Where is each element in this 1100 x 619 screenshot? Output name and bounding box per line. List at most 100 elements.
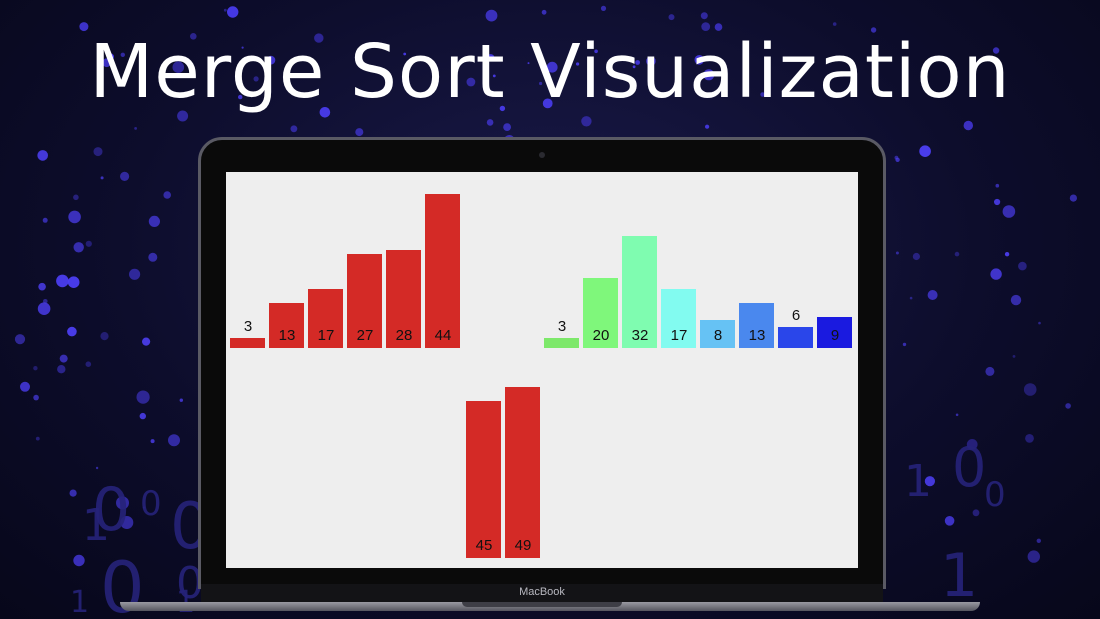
bg-dot <box>37 302 51 316</box>
bg-dot <box>1025 434 1034 443</box>
bg-dot <box>995 183 1000 188</box>
bar-lower-merging-group-1 <box>505 386 540 558</box>
bg-dot <box>1069 194 1077 202</box>
bg-dot <box>139 412 146 420</box>
bar-label-lower-merging-group-0: 45 <box>475 537 493 554</box>
bg-dot <box>134 126 138 130</box>
bg-dot <box>1023 383 1037 396</box>
bg-dot <box>990 268 1002 280</box>
bg-dot <box>129 268 141 280</box>
bg-binary-digit: 0 <box>140 484 162 524</box>
bar-left-merged-group-0 <box>230 337 265 348</box>
bg-dot <box>14 334 26 345</box>
bg-dot <box>120 171 130 181</box>
bg-dot <box>67 276 80 289</box>
bg-binary-digit: 0 <box>984 475 1006 515</box>
bg-dot <box>927 290 938 300</box>
bg-binary-digit: 1 <box>70 585 89 619</box>
bg-dot <box>73 554 85 567</box>
bg-dot <box>705 124 710 129</box>
bar-label-left-merged-group-1: 13 <box>278 327 296 344</box>
page-title: Merge Sort Visualization <box>89 29 1011 115</box>
bar-label-left-merged-group-4: 28 <box>395 327 413 344</box>
bg-dot <box>168 434 180 447</box>
bar-label-right-unsorted-group-2: 32 <box>631 327 649 344</box>
bg-dot <box>68 210 81 224</box>
bg-dot <box>73 194 79 201</box>
bg-dot <box>38 282 46 291</box>
bg-dot <box>1004 252 1010 257</box>
laptop-notch <box>462 602 622 607</box>
bar-label-left-merged-group-0: 3 <box>243 317 253 335</box>
bg-dot <box>56 274 69 288</box>
camera-icon <box>539 152 545 158</box>
bg-dot <box>895 251 899 255</box>
bg-binary-digit: 1 <box>904 456 932 507</box>
bg-dot <box>33 394 39 401</box>
bg-dot <box>42 217 48 223</box>
bg-binary-digit: 0 <box>952 436 986 499</box>
bg-dot <box>148 215 160 227</box>
bar-label-left-merged-group-5: 44 <box>434 327 452 344</box>
bg-dot <box>1065 403 1071 409</box>
bg-dot <box>67 326 77 337</box>
bg-dot <box>73 242 84 253</box>
bg-dot <box>100 332 109 341</box>
bg-dot <box>93 147 103 157</box>
bg-dot <box>57 365 66 374</box>
bg-dot <box>1002 205 1016 218</box>
bg-dot <box>179 398 183 402</box>
bg-dot <box>994 198 1001 206</box>
bg-dot <box>503 123 511 131</box>
bg-dot <box>37 150 48 161</box>
bg-dot <box>148 252 158 262</box>
bar-label-right-unsorted-group-0: 3 <box>557 317 567 335</box>
stage: 100010011001 Merge Sort Visualization 31… <box>0 0 1100 619</box>
bg-dot <box>909 296 913 300</box>
bg-dot <box>912 252 921 261</box>
bg-dot <box>485 9 498 22</box>
bg-dot <box>95 466 99 470</box>
bg-dot <box>919 145 931 157</box>
bar-right-unsorted-group-6 <box>778 327 813 348</box>
bg-dot <box>35 436 40 441</box>
bar-label-left-merged-group-2: 17 <box>317 327 335 344</box>
bg-dot <box>69 489 77 497</box>
bar-label-right-unsorted-group-5: 13 <box>748 327 766 344</box>
bar-label-right-unsorted-group-3: 17 <box>670 327 688 344</box>
bg-dot <box>1036 538 1042 543</box>
bg-dot <box>59 354 68 363</box>
bar-label-right-unsorted-group-7: 9 <box>830 327 840 344</box>
bg-dot <box>944 516 955 526</box>
bg-dot <box>600 5 607 11</box>
bg-dot <box>20 381 30 392</box>
bg-dot <box>963 120 973 131</box>
bg-dot <box>1038 321 1041 325</box>
bar-lower-merging-group-0 <box>466 400 501 558</box>
bg-dot <box>100 176 104 180</box>
bg-dot <box>227 6 239 18</box>
bar-label-lower-merging-group-1: 49 <box>514 537 532 554</box>
bg-dot <box>142 337 151 346</box>
bar-label-right-unsorted-group-4: 8 <box>713 327 723 344</box>
bg-dot <box>85 240 92 247</box>
bg-dot <box>954 251 960 257</box>
bg-dot <box>955 413 959 417</box>
bar-left-merged-group-5 <box>425 194 460 348</box>
bg-dot <box>668 14 675 21</box>
bg-dot <box>290 125 298 133</box>
laptop-brand-label: MacBook <box>519 586 565 598</box>
laptop-screen: 3 13 17 27 28 44 3 20 32 17 8 13 6 9 45 49 <box>226 172 858 568</box>
bar-label-left-merged-group-3: 27 <box>356 327 374 344</box>
bar-label-right-unsorted-group-6: 6 <box>791 307 801 324</box>
bg-dot <box>163 191 171 199</box>
bg-dot <box>1010 294 1022 306</box>
bg-dot <box>895 157 900 162</box>
bg-binary-digit: 0 <box>92 475 130 545</box>
bg-dot <box>1027 550 1041 563</box>
bg-dot <box>541 9 547 15</box>
bg-dot <box>33 366 38 371</box>
bg-dot <box>43 299 48 304</box>
bar-label-right-unsorted-group-1: 20 <box>592 327 610 344</box>
bg-dot <box>136 390 150 404</box>
